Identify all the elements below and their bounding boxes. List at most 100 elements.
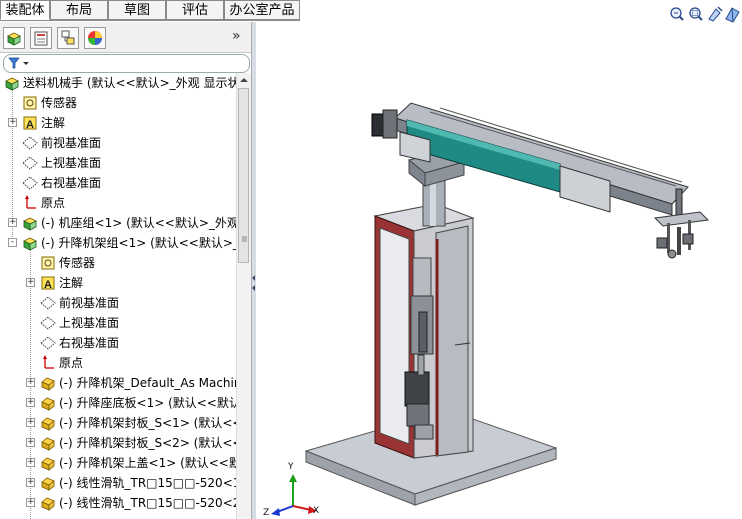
tree-item-label: (-) 升降机架_Default_As Machin [59, 376, 236, 390]
expand-icon[interactable]: + [26, 438, 35, 447]
expand-icon[interactable]: + [26, 378, 35, 387]
tree-item-label: 原点 [59, 356, 84, 370]
tree-item-right-plane[interactable]: 右视基准面 [0, 173, 236, 193]
tree-item-sub-annotations[interactable]: + A 注解 [0, 273, 236, 293]
subassembly-icon [22, 235, 38, 251]
tree-item-sensors[interactable]: 传感器 [0, 93, 236, 113]
expand-icon[interactable]: + [26, 278, 35, 287]
tree-item-label: 传感器 [59, 256, 96, 270]
heads-up-view-toolbar [668, 5, 742, 23]
feature-manager-tab[interactable] [3, 27, 25, 49]
expand-icon[interactable]: + [26, 498, 35, 507]
expand-icon[interactable]: + [26, 478, 35, 487]
tree-filter-input[interactable] [3, 54, 250, 73]
tree-item-lift-cover-s1[interactable]: + (-) 升降机架封板_S<1> (默认<< [0, 413, 236, 433]
expand-icon[interactable]: + [8, 118, 17, 127]
tree-item-label: (-) 机座组<1> (默认<<默认>_外观 [41, 216, 236, 230]
tree-item-label: 右视基准面 [41, 176, 102, 190]
property-icon [34, 31, 48, 46]
part-icon [40, 395, 56, 411]
tree-item-front-plane[interactable]: 前视基准面 [0, 133, 236, 153]
part-icon [40, 475, 56, 491]
panel-toolbar: » [0, 22, 251, 53]
tree-item-label: (-) 线性滑轨_TR□15□□-520<2> [59, 496, 236, 510]
tree-item-root-assembly[interactable]: 送料机械手 (默认<<默认>_外观 显示状 [0, 73, 236, 93]
tab-evaluate[interactable]: 评估 [166, 0, 224, 20]
tree-item-sub-front-plane[interactable]: 前视基准面 [0, 293, 236, 313]
tree-item-label: 注解 [41, 116, 66, 130]
tree-item-linear-rail-2[interactable]: + (-) 线性滑轨_TR□15□□-520<2> [0, 493, 236, 513]
subassembly-icon [22, 215, 38, 231]
scrollbar-thumb[interactable] [238, 88, 249, 263]
graphics-viewport[interactable]: Y X Z [256, 22, 742, 519]
tree-item-label: 注解 [59, 276, 84, 290]
tree-item-label: 前视基准面 [41, 136, 102, 150]
configuration-manager-tab[interactable] [57, 27, 79, 49]
tree-item-label: 原点 [41, 196, 66, 210]
manipulator-arm [371, 102, 689, 216]
scroll-up-arrow-icon[interactable] [237, 73, 251, 87]
property-manager-tab[interactable] [30, 27, 52, 49]
display-manager-tab[interactable] [84, 27, 106, 49]
expand-icon[interactable]: + [26, 418, 35, 427]
plane-icon [22, 135, 38, 151]
origin-icon [22, 195, 38, 211]
tree-item-sub-origin[interactable]: 原点 [0, 353, 236, 373]
svg-text:A: A [26, 119, 34, 131]
tree-item-lift-base-plate[interactable]: + (-) 升降座底板<1> (默认<<默认 [0, 393, 236, 413]
plane-icon [22, 175, 38, 191]
previous-view-icon[interactable] [708, 6, 723, 22]
tree-item-label: (-) 升降机架封板_S<2> (默认<< [59, 436, 236, 450]
command-manager-tabs: 装配体 布局 草图 评估 办公室产品 [0, 0, 742, 22]
tree-item-sub-right-plane[interactable]: 右视基准面 [0, 333, 236, 353]
plane-icon [40, 335, 56, 351]
tree-item-label: (-) 升降机架封板_S<1> (默认<< [59, 416, 236, 430]
tree-item-base-subassembly[interactable]: + (-) 机座组<1> (默认<<默认>_外观 [0, 213, 236, 233]
tree-item-label: 上视基准面 [41, 156, 102, 170]
section-view-icon[interactable] [725, 7, 740, 23]
zoom-to-fit-icon[interactable] [670, 7, 684, 21]
part-icon [40, 455, 56, 471]
collapse-icon[interactable]: - [8, 238, 17, 247]
tree-item-label: (-) 线性滑轨_TR□15□□-520<1> [59, 476, 236, 490]
origin-icon [40, 355, 56, 371]
plane-icon [40, 315, 56, 331]
panel-expand-button[interactable]: » [232, 28, 241, 44]
tree-item-lift-top-cover[interactable]: + (-) 升降机架上盖<1> (默认<<默 [0, 453, 236, 473]
lifting-frame [373, 203, 475, 459]
tab-assembly[interactable]: 装配体 [0, 0, 50, 20]
part-icon [40, 435, 56, 451]
view-toolbar-icons [670, 6, 740, 23]
part-icon [40, 495, 56, 511]
sensor-icon [22, 95, 38, 111]
expand-icon[interactable]: + [26, 458, 35, 467]
part-icon [40, 415, 56, 431]
tree-item-linear-rail-1[interactable]: + (-) 线性滑轨_TR□15□□-520<1> [0, 473, 236, 493]
tree-item-annotations[interactable]: + A 注解 [0, 113, 236, 133]
annotation-icon: A [22, 115, 38, 131]
tree-item-label: 传感器 [41, 96, 78, 110]
triad-y-label: Y [288, 462, 294, 472]
tree-item-lift-cover-s2[interactable]: + (-) 升降机架封板_S<2> (默认<< [0, 433, 236, 453]
zoom-area-icon[interactable] [689, 7, 703, 21]
feature-tree-icon [7, 32, 21, 46]
svg-text:A: A [44, 279, 52, 291]
expand-icon[interactable]: + [8, 218, 17, 227]
coordinate-triad: Y X Z [261, 462, 321, 519]
tree-item-lift-frame-subassembly[interactable]: - (-) 升降机架组<1> (默认<<默认>_外 [0, 233, 236, 253]
tree-item-sub-sensors[interactable]: 传感器 [0, 253, 236, 273]
tree-item-origin[interactable]: 原点 [0, 193, 236, 213]
tree-item-top-plane[interactable]: 上视基准面 [0, 153, 236, 173]
tree-item-sub-top-plane[interactable]: 上视基准面 [0, 313, 236, 333]
tree-item-lift-frame-part[interactable]: + (-) 升降机架_Default_As Machin [0, 373, 236, 393]
tab-sketch[interactable]: 草图 [108, 0, 166, 20]
tab-office-products[interactable]: 办公室产品 [224, 0, 300, 20]
expand-icon[interactable]: + [26, 398, 35, 407]
tab-layout[interactable]: 布局 [50, 0, 108, 20]
tree-item-label: 送料机械手 (默认<<默认>_外观 显示状 [23, 76, 236, 90]
grip-icon [242, 236, 247, 242]
assembly-icon [4, 75, 20, 91]
plane-icon [40, 295, 56, 311]
tree-scrollbar[interactable] [236, 73, 251, 519]
tree-item-label: (-) 升降座底板<1> (默认<<默认 [59, 396, 236, 410]
